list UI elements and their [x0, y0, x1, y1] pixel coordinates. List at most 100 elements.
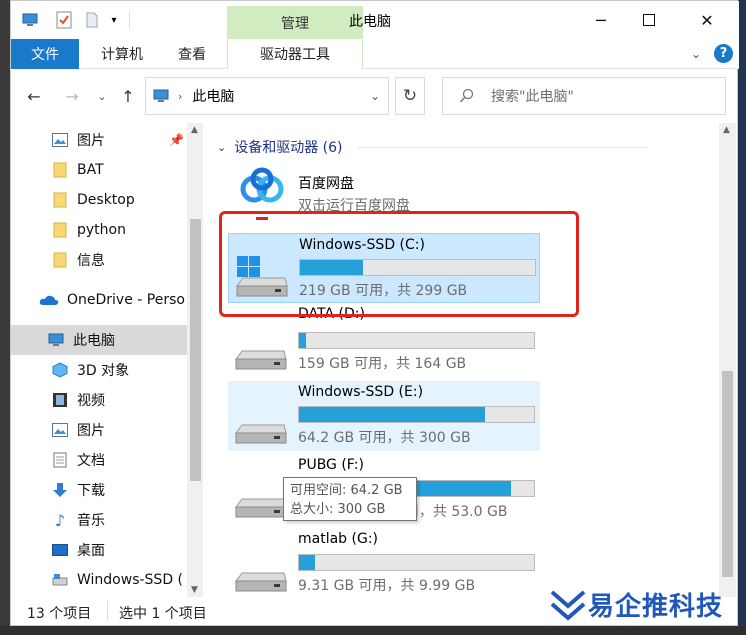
nav-item-desktop-folder[interactable]: Desktop [11, 185, 187, 215]
nav-item-3d-objects[interactable]: 3D 对象 [11, 355, 187, 385]
customize-toolbar-icon[interactable]: ▾ [105, 11, 123, 29]
nav-scrollbar[interactable]: ▲ ▼ [187, 123, 203, 597]
app-name: 百度网盘 [298, 176, 354, 192]
downloads-icon [51, 482, 69, 498]
nav-item-python[interactable]: python [11, 215, 187, 245]
drive-info: 159 GB 可用，共 164 GB [298, 356, 467, 372]
watermark-text: 易企推科技 [588, 591, 724, 622]
tab-drive-tools[interactable]: 驱动器工具 [227, 39, 363, 69]
content-scrollbar[interactable]: ▲ [719, 123, 736, 597]
drive-item-e[interactable]: Windows-SSD (E:) 64.2 GB 可用，共 300 GB [228, 381, 540, 451]
tooltip-total-size: 总大小: 300 GB [290, 502, 386, 517]
file-explorer-window: ▾ 管理 此电脑 ─ ✕ 文件 计算机 查看 驱动器工具 ⌄ ? ← → ⌄ ↑… [10, 0, 739, 626]
navigation-pane: 图片 📌 BAT Desktop python 信息 OneDrive - Pe… [11, 123, 203, 597]
nav-item-desktop[interactable]: 桌面 [11, 535, 187, 565]
nav-scrollbar-thumb[interactable] [190, 219, 201, 481]
nav-item-windows-ssd[interactable]: Windows-SSD ( [11, 565, 187, 595]
nav-item-label: 桌面 [77, 543, 105, 559]
tab-computer[interactable]: 计算机 [89, 39, 155, 69]
address-dropdown-icon[interactable]: ⌄ [370, 89, 380, 103]
nav-item-videos[interactable]: 视频 [11, 385, 187, 415]
status-divider [107, 601, 108, 621]
nav-item-documents[interactable]: 文档 [11, 445, 187, 475]
recent-locations-button[interactable]: ⌄ [91, 85, 113, 107]
up-button[interactable]: ↑ [117, 85, 139, 107]
videos-icon [51, 392, 69, 408]
nav-item-label: 3D 对象 [77, 363, 130, 379]
drive-icon [234, 329, 288, 370]
tab-view[interactable]: 查看 [163, 39, 221, 69]
drive-usage-fill [299, 407, 485, 422]
nav-item-pictures-quick[interactable]: 图片 📌 [11, 125, 187, 155]
search-input[interactable]: 搜索"此电脑" [442, 77, 726, 115]
nav-item-label: 图片 [77, 133, 105, 149]
nav-item-label: 图片 [77, 423, 105, 439]
refresh-button[interactable]: ↻ [395, 77, 425, 115]
watermark-logo-icon [550, 590, 586, 621]
nav-item-label: Windows-SSD ( [77, 572, 184, 588]
group-header-devices[interactable]: ⌄ 设备和驱动器 (6) [217, 137, 647, 157]
this-pc-small-icon[interactable] [21, 11, 39, 29]
nav-item-bat[interactable]: BAT [11, 155, 187, 185]
maximize-button[interactable] [625, 1, 673, 39]
help-icon[interactable]: ? [714, 44, 733, 63]
breadcrumb-current[interactable]: 此电脑 [192, 86, 234, 106]
search-placeholder: 搜索"此电脑" [491, 89, 574, 105]
address-bar[interactable]: › 此电脑 ⌄ [145, 77, 389, 115]
close-button[interactable]: ✕ [683, 1, 731, 39]
content-scrollbar-thumb[interactable] [722, 371, 733, 577]
desktop-background-left [0, 0, 10, 635]
folder-icon [51, 252, 69, 268]
back-button[interactable]: ← [23, 85, 45, 107]
drive-name: Windows-SSD (E:) [298, 384, 424, 400]
nav-item-downloads[interactable]: 下载 [11, 475, 187, 505]
nav-item-pictures[interactable]: 图片 [11, 415, 187, 445]
drive-item-d[interactable]: DATA (D:) 159 GB 可用，共 164 GB [228, 306, 540, 377]
nav-item-label: BAT [77, 162, 104, 178]
taskbar-edge [0, 626, 746, 635]
new-folder-icon[interactable] [83, 11, 101, 29]
pictures-icon [51, 422, 69, 438]
forward-button[interactable]: → [61, 85, 83, 107]
this-pc-icon [47, 332, 65, 348]
highlight-annotation-box [219, 211, 579, 317]
drive-info: 64.2 GB 可用，共 300 GB [298, 430, 471, 446]
scroll-up-icon[interactable]: ▲ [723, 125, 730, 135]
ribbon-tab-bar: 文件 计算机 查看 驱动器工具 ⌄ ? [11, 39, 739, 69]
item-count: 13 个项目 [27, 606, 92, 622]
scroll-down-icon[interactable]: ▼ [191, 585, 198, 595]
expand-ribbon-icon[interactable]: ⌄ [691, 47, 701, 61]
nav-item-onedrive[interactable]: OneDrive - Perso [11, 285, 187, 315]
drive-name: PUBG (F:) [298, 457, 364, 473]
group-divider [356, 146, 647, 148]
scroll-up-icon[interactable]: ▲ [191, 125, 198, 135]
breadcrumb-chevron-icon: › [178, 89, 183, 103]
properties-icon[interactable] [55, 11, 73, 29]
nav-item-music[interactable]: ♪ 音乐 [11, 505, 187, 535]
selected-count: 选中 1 个项目 [119, 606, 207, 622]
drive-info: 9.31 GB 可用，共 9.99 GB [298, 578, 476, 594]
minimize-button[interactable]: ─ [577, 1, 625, 39]
tab-manage-context[interactable]: 管理 [227, 6, 363, 40]
nav-item-info[interactable]: 信息 [11, 245, 187, 275]
drive-name: matlab (G:) [298, 531, 379, 547]
drive-tooltip: 可用空间: 64.2 GB 总大小: 300 GB [283, 477, 417, 521]
folder-icon [51, 192, 69, 208]
desktop-background-right [738, 0, 746, 635]
tooltip-free-space: 可用空间: 64.2 GB [290, 483, 403, 498]
drive-item-g[interactable]: matlab (G:) 9.31 GB 可用，共 9.99 GB [228, 529, 540, 597]
music-icon: ♪ [54, 510, 66, 530]
nav-item-label: 视频 [77, 393, 105, 409]
drive-usage-fill [299, 333, 307, 348]
collapse-chevron-icon[interactable]: ⌄ [217, 141, 226, 154]
drive-usage-fill [299, 555, 316, 570]
nav-item-this-pc[interactable]: 此电脑 [11, 325, 187, 355]
address-row: ← → ⌄ ↑ › 此电脑 ⌄ ↻ 搜索"此电脑" [11, 73, 739, 117]
drive-usage-bar [298, 406, 535, 423]
nav-item-label: python [77, 222, 126, 238]
pin-icon[interactable]: 📌 [169, 133, 184, 147]
nav-item-label: 下载 [77, 483, 105, 499]
documents-icon [51, 452, 69, 468]
nav-item-label: 音乐 [77, 513, 105, 529]
tab-file[interactable]: 文件 [11, 39, 79, 69]
